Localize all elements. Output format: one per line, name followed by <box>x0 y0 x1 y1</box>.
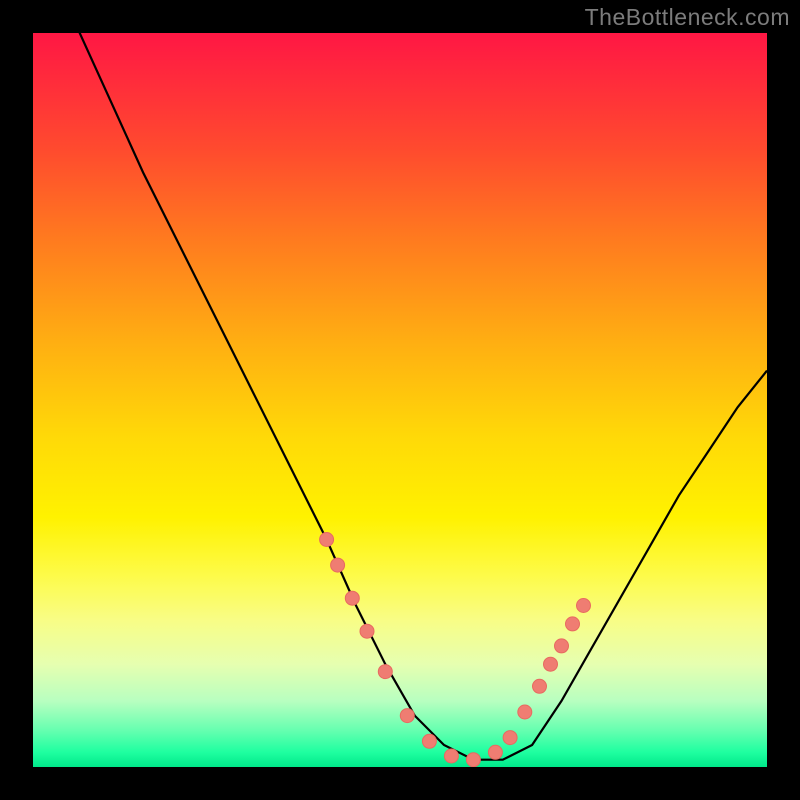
marker-dot <box>503 731 517 745</box>
plot-area <box>33 33 767 767</box>
marker-dot <box>345 591 359 605</box>
marker-dot <box>360 624 374 638</box>
marker-dot <box>555 639 569 653</box>
marker-dot <box>466 753 480 767</box>
marker-dot <box>544 657 558 671</box>
marker-dot <box>488 745 502 759</box>
marker-dot <box>518 705 532 719</box>
marker-dot <box>422 734 436 748</box>
marker-dot <box>331 558 345 572</box>
marker-dot <box>444 749 458 763</box>
chart-svg <box>33 33 767 767</box>
marker-dot <box>566 617 580 631</box>
marker-dot <box>533 679 547 693</box>
marker-group <box>320 533 591 767</box>
marker-dot <box>320 533 334 547</box>
outer-frame: TheBottleneck.com <box>0 0 800 800</box>
bottleneck-curve <box>33 33 767 760</box>
watermark-text: TheBottleneck.com <box>585 4 790 31</box>
marker-dot <box>378 665 392 679</box>
marker-dot <box>400 709 414 723</box>
marker-dot <box>577 599 591 613</box>
